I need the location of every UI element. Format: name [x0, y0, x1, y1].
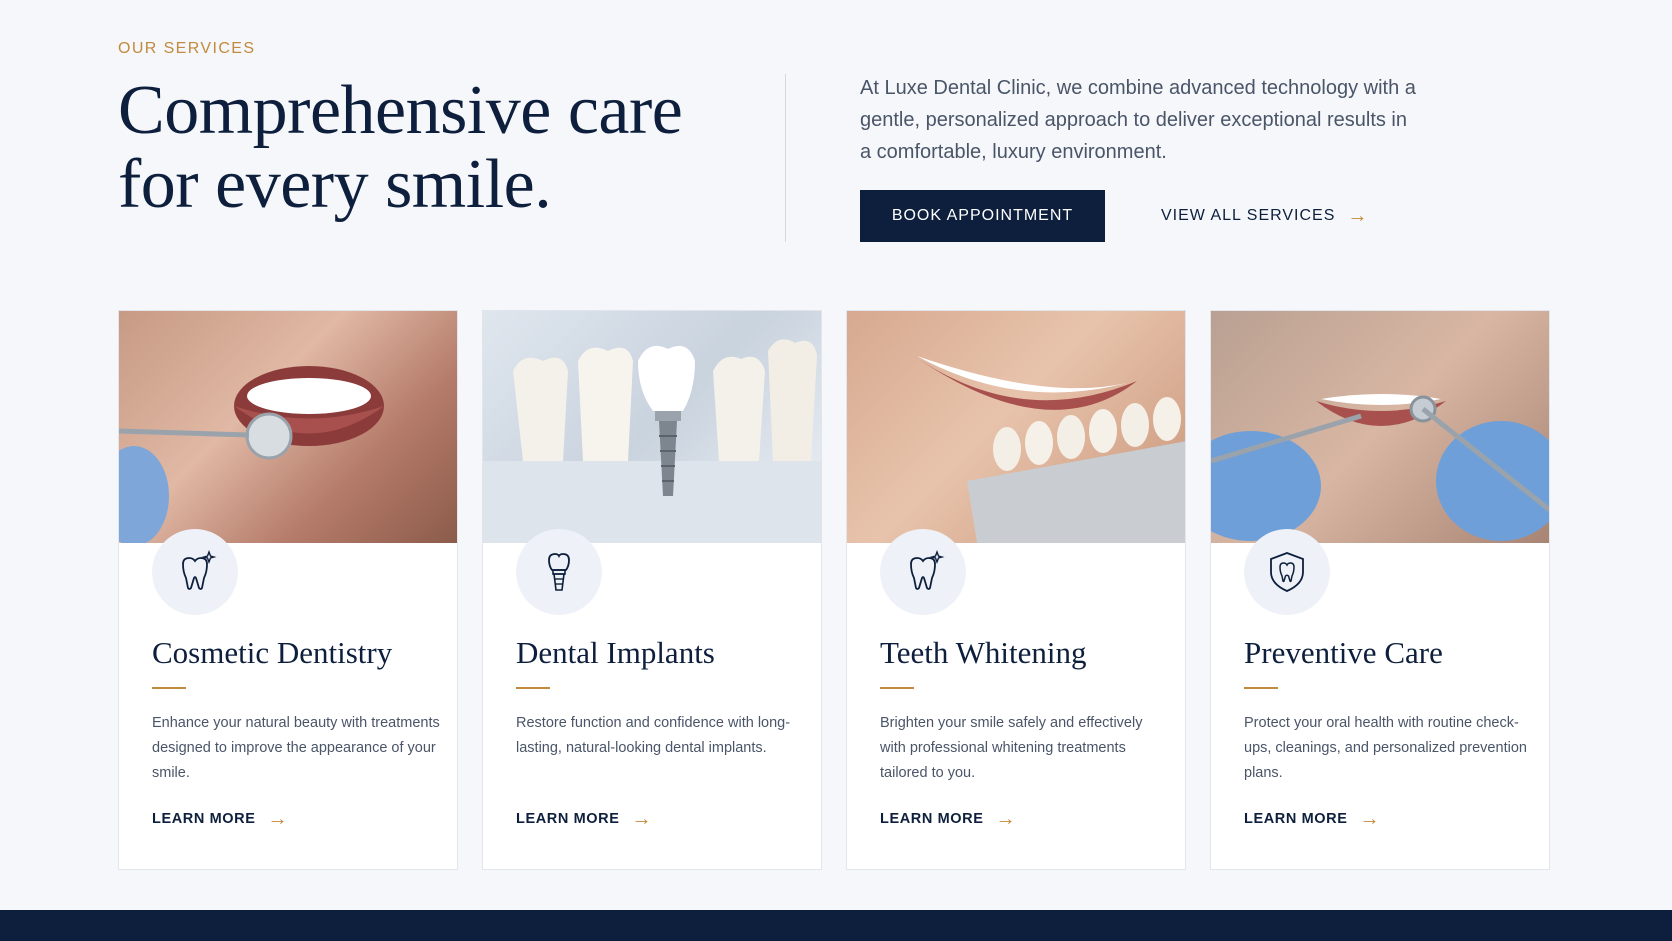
service-icon-badge [152, 529, 238, 615]
headline-line-2: for every smile. [118, 146, 552, 223]
service-image-whitening [847, 311, 1185, 543]
view-all-services-label: VIEW ALL SERVICES [1161, 207, 1336, 224]
intro-text: At Luxe Dental Clinic, we combine advanc… [860, 77, 1416, 163]
view-all-services-link[interactable]: VIEW ALL SERVICES → [1161, 190, 1368, 242]
arrow-right-icon: → [267, 808, 289, 830]
footer-band [0, 910, 1672, 941]
learn-more-link[interactable]: LEARN MORE → [152, 809, 288, 829]
service-description: Brighten your smile safely and effective… [880, 715, 1143, 781]
service-icon-badge [516, 529, 602, 615]
smile-illustration [119, 366, 384, 543]
sparkle-tooth-icon [182, 550, 217, 590]
learn-more-link[interactable]: LEARN MORE → [880, 809, 1016, 829]
learn-more-label: LEARN MORE [516, 811, 620, 827]
arrow-right-icon: → [1347, 205, 1369, 227]
service-icon-badge [1244, 529, 1330, 615]
service-image-cosmetic [119, 311, 457, 543]
shield-tooth-icon [1270, 552, 1304, 592]
book-appointment-button[interactable]: BOOK APPOINTMENT [860, 190, 1105, 242]
title-underline [1244, 687, 1278, 689]
vertical-divider [785, 74, 786, 242]
service-icon-badge [880, 529, 966, 615]
service-image-implants [483, 311, 821, 543]
learn-more-link[interactable]: LEARN MORE → [516, 809, 652, 829]
arrow-right-icon: → [1359, 808, 1381, 830]
service-title: Dental Implants [516, 635, 715, 670]
service-card-preventive-care[interactable]: Preventive Care Protect your oral health… [1210, 310, 1550, 870]
service-card-dental-implants[interactable]: Dental Implants Restore function and con… [482, 310, 822, 870]
service-title: Preventive Care [1244, 635, 1443, 670]
service-image-preventive [1211, 311, 1549, 543]
learn-more-link[interactable]: LEARN MORE → [1244, 809, 1380, 829]
page-headline: Comprehensive care for every smile. [118, 74, 758, 222]
service-description: Restore function and confidence with lon… [516, 715, 791, 756]
eyebrow-label: OUR SERVICES [118, 40, 256, 57]
implant-model-illustration [483, 339, 821, 543]
services-grid: Cosmetic Dentistry Enhance your natural … [118, 310, 1550, 870]
service-description: Enhance your natural beauty with treatme… [152, 715, 440, 781]
title-underline [516, 687, 550, 689]
implant-icon [548, 553, 570, 591]
learn-more-label: LEARN MORE [152, 811, 256, 827]
title-underline [880, 687, 914, 689]
learn-more-label: LEARN MORE [1244, 811, 1348, 827]
checkup-illustration [1211, 394, 1549, 541]
service-title: Teeth Whitening [880, 635, 1087, 670]
service-card-teeth-whitening[interactable]: Teeth Whitening Brighten your smile safe… [846, 310, 1186, 870]
arrow-right-icon: → [995, 808, 1017, 830]
learn-more-label: LEARN MORE [880, 811, 984, 827]
title-underline [152, 687, 186, 689]
arrow-right-icon: → [631, 808, 653, 830]
service-description: Protect your oral health with routine ch… [1244, 715, 1527, 781]
whitening-shade-illustration [907, 351, 1185, 543]
service-title: Cosmetic Dentistry [152, 635, 393, 670]
sparkle-tooth-icon [910, 550, 945, 590]
headline-line-1: Comprehensive care [118, 72, 683, 149]
service-card-cosmetic-dentistry[interactable]: Cosmetic Dentistry Enhance your natural … [118, 310, 458, 870]
